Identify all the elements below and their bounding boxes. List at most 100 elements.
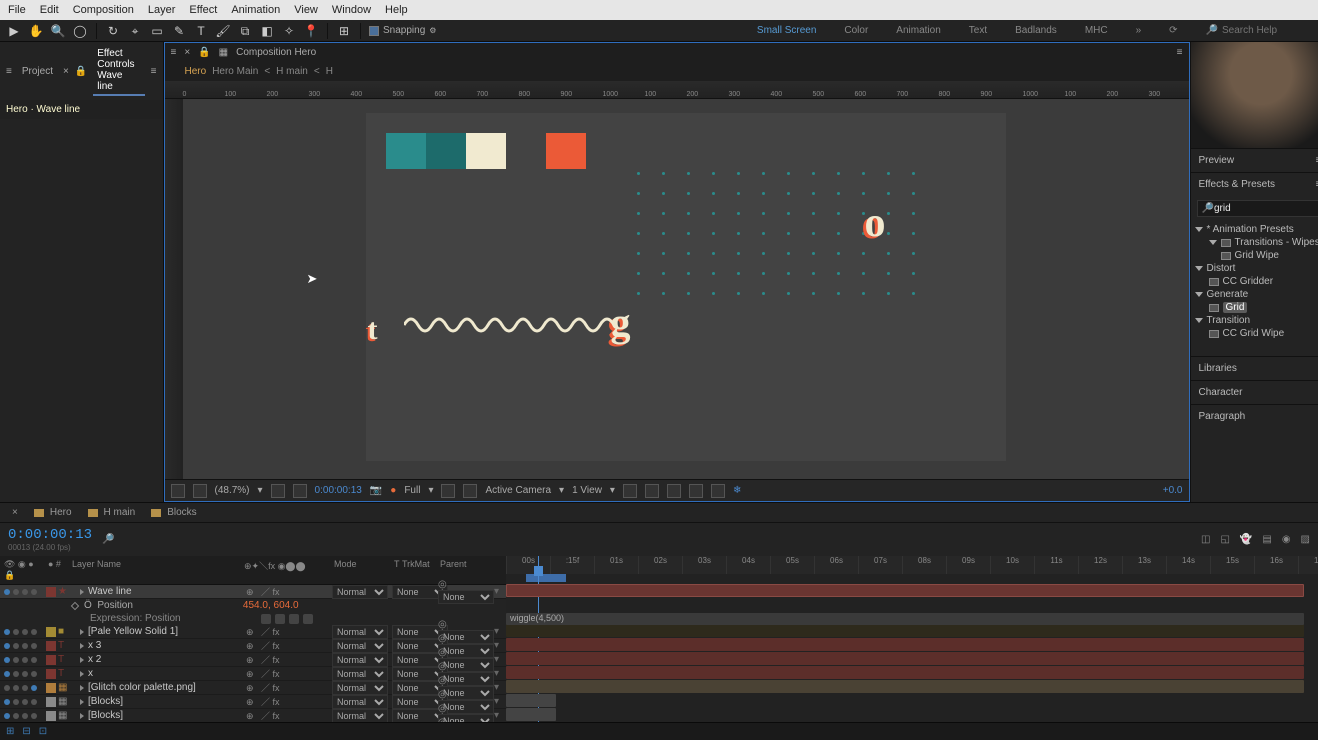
viewer-tab-label[interactable]: Composition Hero xyxy=(236,47,316,58)
channel-icon[interactable]: ● xyxy=(390,485,396,496)
graph-editor-icon[interactable]: ▨ xyxy=(1301,534,1310,545)
layer-row[interactable]: ▦[Blocks]⊕ ／ fxNormalNone◎ None▾ xyxy=(0,695,506,709)
snap-icon[interactable] xyxy=(711,484,725,498)
rotate-tool-icon[interactable]: ↻ xyxy=(105,23,121,39)
grid-icon[interactable] xyxy=(667,484,681,498)
motion-blur-icon[interactable]: ◉ xyxy=(1282,534,1291,545)
comp-canvas[interactable]: o t g xyxy=(366,113,1006,461)
toggle-in-out-icon[interactable]: ⊡ xyxy=(39,726,47,737)
color-management-icon[interactable]: ❄ xyxy=(733,485,741,496)
layer-row[interactable]: ▦[Blocks]⊕ ／ fxNormalNone◎ None▾ xyxy=(0,709,506,722)
local-axis-icon[interactable]: ⊞ xyxy=(336,23,352,39)
expression-field[interactable]: wiggle(4,500) xyxy=(506,613,1304,625)
workspace-mhc[interactable]: MHC xyxy=(1085,25,1108,36)
timeline-layer-list[interactable]: 👁 ◉ ● 🔒 ● # Layer Name ⊕✦＼fx ◉⬤⬤ Mode T … xyxy=(0,556,506,722)
menu-effect[interactable]: Effect xyxy=(189,4,217,16)
layer-row[interactable]: Tx 2⊕ ／ fxNormalNone◎ None▾ xyxy=(0,653,506,667)
menu-view[interactable]: View xyxy=(294,4,318,16)
roto-tool-icon[interactable]: ✧ xyxy=(281,23,297,39)
layer-bar[interactable] xyxy=(506,694,556,707)
time-ruler[interactable]: 00s:15f01s02s03s04s05s06s07s08s09s10s11s… xyxy=(506,556,1318,574)
hand-tool-icon[interactable]: ✋ xyxy=(28,23,44,39)
panel-options-icon[interactable]: ≡ xyxy=(1177,47,1183,58)
stamp-tool-icon[interactable]: ⧉ xyxy=(237,23,253,39)
flow-hero[interactable]: Hero xyxy=(185,66,207,77)
help-search[interactable]: 🔎 xyxy=(1206,25,1312,36)
alpha-toggle-icon[interactable] xyxy=(171,484,185,498)
snapping-checkbox[interactable]: Snapping ⚙ xyxy=(369,25,436,36)
rect-tool-icon[interactable]: ▭ xyxy=(149,23,165,39)
workspace-badlands[interactable]: Badlands xyxy=(1015,25,1057,36)
close-tab-icon[interactable]: × xyxy=(63,66,69,77)
character-panel-header[interactable]: Character xyxy=(1191,380,1318,404)
timecode[interactable]: 0:00:00:13 xyxy=(8,527,92,543)
transparency-grid-icon[interactable] xyxy=(463,484,477,498)
workspace-text[interactable]: Text xyxy=(969,25,987,36)
layer-bar[interactable] xyxy=(506,680,1304,693)
px-aspect-icon[interactable] xyxy=(623,484,637,498)
flow-h[interactable]: H xyxy=(326,66,333,77)
property-row-position[interactable]: Ö Position454.0, 604.0 xyxy=(0,599,506,612)
text-tool-icon[interactable]: T xyxy=(193,23,209,39)
fast-preview-icon[interactable] xyxy=(293,484,307,498)
pen-tool-icon[interactable]: ✎ xyxy=(171,23,187,39)
lock-icon[interactable]: 🔒 xyxy=(198,47,210,58)
exposure-value[interactable]: +0.0 xyxy=(1163,485,1183,496)
pin-tool-icon[interactable]: 📍 xyxy=(303,23,319,39)
layer-bar-wave-line[interactable] xyxy=(506,584,1304,597)
workspace-animation[interactable]: Animation xyxy=(896,25,940,36)
effect-controls-tab[interactable]: Effect Controls Wave line xyxy=(93,46,144,96)
effects-tree[interactable]: * Animation Presets Transitions - Wipes … xyxy=(1191,221,1318,348)
layer-bar[interactable] xyxy=(506,638,1304,651)
orbit-tool-icon[interactable]: ◯ xyxy=(72,23,88,39)
search-icon[interactable]: 🔎 xyxy=(102,534,114,545)
frame-blend-icon[interactable]: ▤ xyxy=(1262,534,1271,545)
guides-icon[interactable] xyxy=(689,484,703,498)
layer-row[interactable]: ■[Pale Yellow Solid 1]⊕ ／ fxNormalNone◎ … xyxy=(0,625,506,639)
panel-options-icon[interactable]: ≡ xyxy=(151,66,157,77)
menu-animation[interactable]: Animation xyxy=(231,4,280,16)
libraries-panel-header[interactable]: Libraries xyxy=(1191,356,1318,380)
anchor-tool-icon[interactable]: ⌖ xyxy=(127,23,143,39)
layer-bar[interactable] xyxy=(506,708,556,721)
panel-menu-icon[interactable]: ≡ xyxy=(6,66,12,77)
mask-toggle-icon[interactable] xyxy=(193,484,207,498)
tree-transition[interactable]: Transition xyxy=(1195,314,1318,327)
eraser-tool-icon[interactable]: ◧ xyxy=(259,23,275,39)
tree-item-grid[interactable]: Grid xyxy=(1195,301,1318,314)
tree-generate[interactable]: Generate xyxy=(1195,288,1318,301)
workspace-color[interactable]: Color xyxy=(844,25,868,36)
timeline-tab-hmain[interactable]: H main xyxy=(88,507,136,518)
comp-mini-flowchart-icon[interactable]: ◫ xyxy=(1201,534,1210,545)
work-area-bar[interactable] xyxy=(526,574,566,582)
safe-zones-icon[interactable] xyxy=(645,484,659,498)
close-tab-icon[interactable]: × xyxy=(12,507,18,518)
expression-row[interactable]: Expression: Position xyxy=(0,612,506,625)
layer-row[interactable]: ▦[Glitch color palette.png]⊕ ／ fxNormalN… xyxy=(0,681,506,695)
zoom-tool-icon[interactable]: 🔍 xyxy=(50,23,66,39)
panel-menu-icon[interactable]: ≡ xyxy=(171,47,177,58)
layer-bar[interactable] xyxy=(506,652,1304,665)
toggle-modes-icon[interactable]: ⊟ xyxy=(22,726,30,737)
paragraph-panel-header[interactable]: Paragraph xyxy=(1191,404,1318,428)
view-layout-dropdown[interactable]: 1 View xyxy=(572,485,602,496)
magnification-dropdown[interactable]: (48.7%) xyxy=(215,485,250,496)
comp-flowchart[interactable]: Hero Hero Main < H main < H xyxy=(165,62,1189,81)
workspace-reset-icon[interactable]: ⟳ xyxy=(1169,25,1177,36)
stage[interactable]: ➤ o t g xyxy=(183,99,1189,479)
tree-animation-presets[interactable]: * Animation Presets xyxy=(1195,223,1318,236)
timeline-tab-hero[interactable]: Hero xyxy=(34,507,72,518)
preview-panel-header[interactable]: Preview ≡ xyxy=(1191,148,1318,172)
effects-search-input[interactable] xyxy=(1214,203,1318,214)
menu-composition[interactable]: Composition xyxy=(73,4,134,16)
menu-window[interactable]: Window xyxy=(332,4,371,16)
shy-icon[interactable]: 👻 xyxy=(1240,534,1252,545)
current-time[interactable]: 0:00:00:13 xyxy=(315,485,362,496)
timeline-tab-blocks[interactable]: Blocks xyxy=(151,507,196,518)
tree-item-cc-gridder[interactable]: CC Gridder xyxy=(1195,275,1318,288)
draft3d-icon[interactable]: ◱ xyxy=(1220,534,1229,545)
effects-search[interactable]: 🔎 × xyxy=(1197,200,1318,217)
menu-file[interactable]: File xyxy=(8,4,26,16)
layer-bar[interactable] xyxy=(506,666,1304,679)
workspace-small-screen[interactable]: Small Screen xyxy=(757,25,816,36)
